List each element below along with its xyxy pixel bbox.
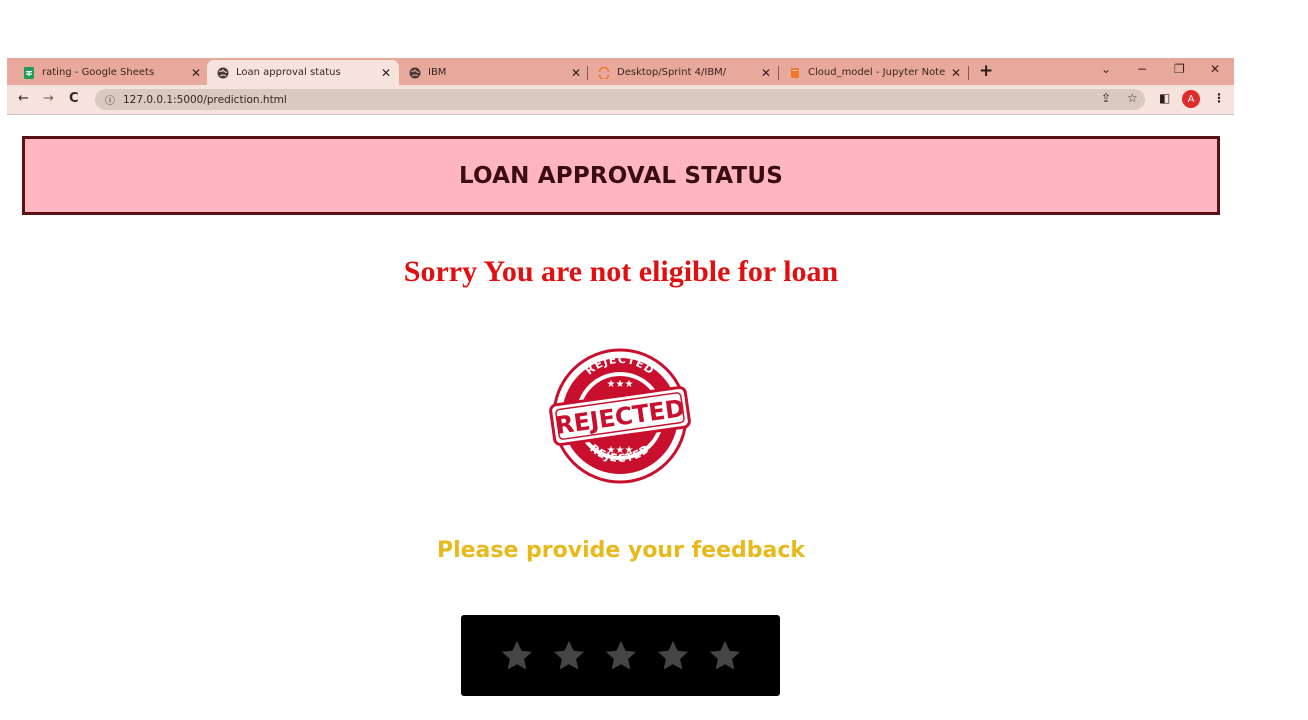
window-close-icon[interactable]: ✕ xyxy=(1210,62,1220,76)
globe-icon xyxy=(409,67,421,79)
rating-star-5[interactable] xyxy=(706,637,744,675)
bookmark-star-icon[interactable]: ☆ xyxy=(1127,91,1138,105)
tab-search-chevron-icon[interactable]: ⌄ xyxy=(1101,62,1111,76)
page-title: LOAN APPROVAL STATUS xyxy=(458,162,784,189)
tab-ibm[interactable]: IBM ✕ xyxy=(399,60,589,85)
close-icon[interactable]: ✕ xyxy=(761,66,771,80)
back-arrow-icon[interactable]: ← xyxy=(18,91,29,106)
rating-star-3[interactable] xyxy=(602,637,640,675)
tab-title: IBM xyxy=(428,67,447,78)
share-icon[interactable]: ⇪ xyxy=(1101,91,1111,105)
menu-kebab-icon[interactable]: ⋮ xyxy=(1213,91,1225,105)
jupyter-notebook-icon xyxy=(789,67,801,79)
new-tab-plus-icon[interactable]: + xyxy=(979,61,993,81)
star-rating xyxy=(461,615,780,696)
close-icon[interactable]: ✕ xyxy=(951,66,961,80)
svg-text:★★★: ★★★ xyxy=(607,379,634,390)
restore-icon[interactable]: ❐ xyxy=(1174,62,1185,76)
reload-icon[interactable]: C xyxy=(69,91,79,106)
tab-desktop-sprint[interactable]: Desktop/Sprint 4/IBM/ ✕ xyxy=(588,60,779,85)
rating-star-2[interactable] xyxy=(550,637,588,675)
svg-text:★★★: ★★★ xyxy=(607,445,634,456)
rejected-stamp-image: REJECTED REJECTED ★★★ ★★★ REJECTED xyxy=(549,348,691,484)
feedback-prompt: Please provide your feedback xyxy=(436,538,806,563)
forward-arrow-icon[interactable]: → xyxy=(43,91,54,106)
rating-star-1[interactable] xyxy=(498,637,536,675)
tab-title: Cloud_model - Jupyter Notebook xyxy=(808,67,945,78)
address-url: 127.0.0.1:5000/prediction.html xyxy=(123,93,287,106)
side-panel-icon[interactable]: ◧ xyxy=(1159,91,1170,105)
address-bar[interactable]: ⓘ 127.0.0.1:5000/prediction.html xyxy=(95,89,1145,110)
minimize-icon[interactable]: − xyxy=(1137,62,1147,76)
tab-title: Desktop/Sprint 4/IBM/ xyxy=(617,67,727,78)
page-header: LOAN APPROVAL STATUS xyxy=(22,136,1220,215)
tab-cloud-model[interactable]: Cloud_model - Jupyter Notebook ✕ xyxy=(779,60,969,85)
browser-window: rating - Google Sheets ✕ Loan approval s… xyxy=(7,58,1234,115)
google-sheets-icon xyxy=(23,66,35,79)
result-message: Sorry You are not eligible for loan xyxy=(403,255,839,288)
rating-star-4[interactable] xyxy=(654,637,692,675)
close-icon[interactable]: ✕ xyxy=(381,66,391,80)
globe-icon xyxy=(217,67,229,79)
tab-divider xyxy=(968,66,969,80)
tab-title: Loan approval status xyxy=(236,67,341,78)
tab-strip: rating - Google Sheets ✕ Loan approval s… xyxy=(7,58,1234,85)
close-icon[interactable]: ✕ xyxy=(191,66,201,80)
close-icon[interactable]: ✕ xyxy=(571,66,581,80)
browser-toolbar: ← → C ⓘ 127.0.0.1:5000/prediction.html ⇪… xyxy=(7,85,1234,115)
jupyter-icon xyxy=(598,66,610,79)
tab-title: rating - Google Sheets xyxy=(42,67,155,78)
site-info-icon[interactable]: ⓘ xyxy=(105,92,115,107)
tab-google-sheets[interactable]: rating - Google Sheets ✕ xyxy=(13,60,209,85)
profile-avatar[interactable]: A xyxy=(1182,90,1200,108)
tab-loan-approval-status[interactable]: Loan approval status ✕ xyxy=(207,60,399,85)
